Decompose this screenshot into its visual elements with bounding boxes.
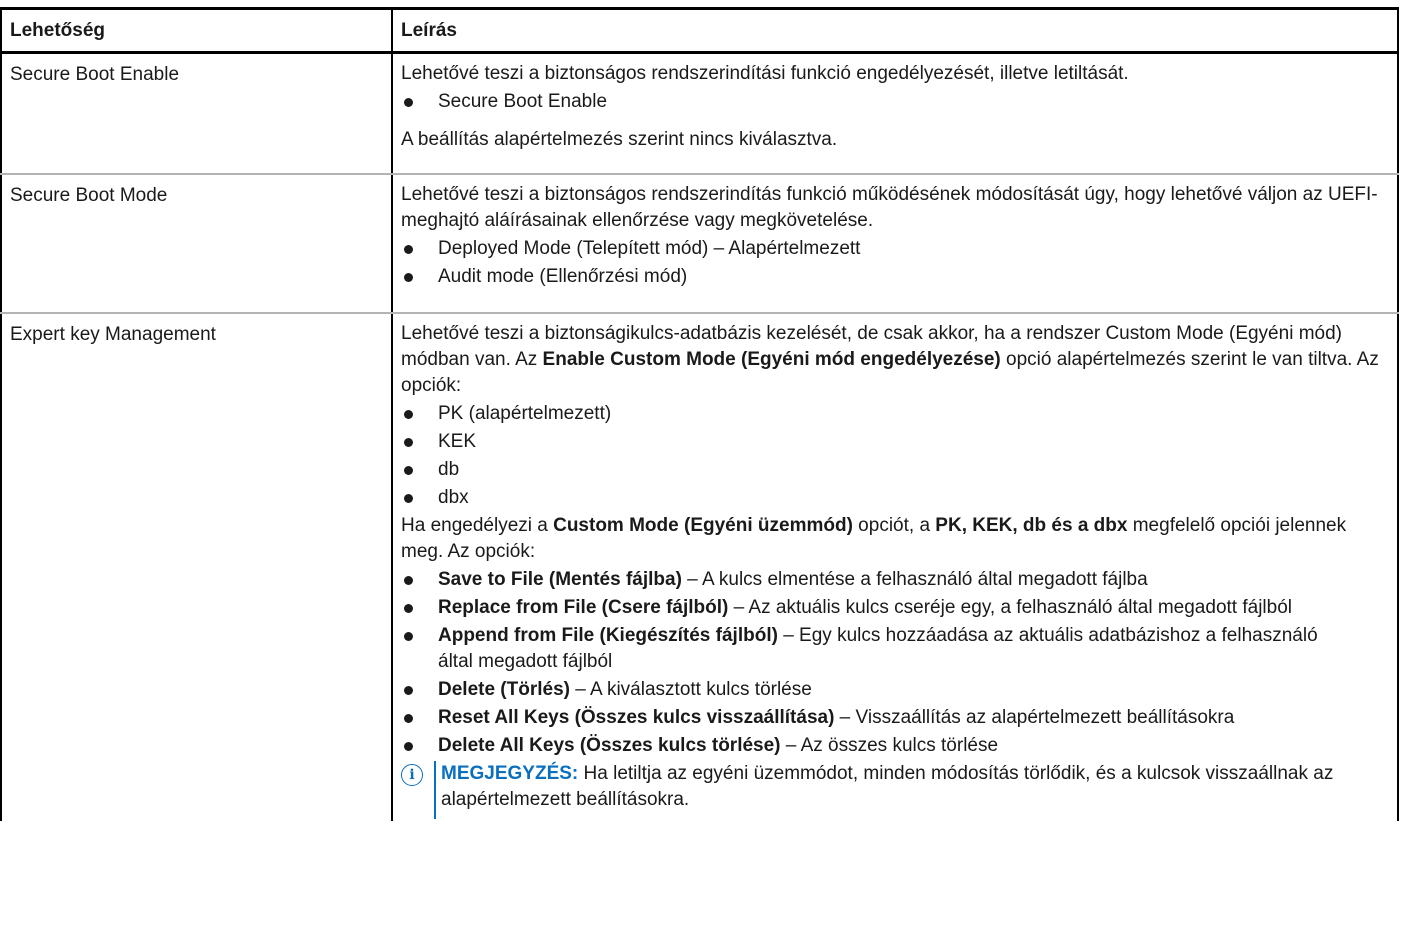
option-name: Expert key Management [0, 312, 393, 821]
list-item: Reset All Keys (Összes kulcs visszaállít… [401, 705, 1389, 731]
list-item: Audit mode (Ellenőrzési mód) [401, 264, 1389, 290]
info-circle-icon: i [401, 763, 423, 786]
bullet-icon [404, 409, 413, 419]
list-item: Replace from File (Csere fájlból) – Az a… [401, 595, 1389, 621]
default-note-text: A beállítás alapértelmezés szerint nincs… [401, 129, 838, 150]
bullet-icon [404, 713, 413, 723]
column-header-description: Leírás [391, 7, 1399, 54]
list-item: db [401, 457, 1389, 483]
option-description: Lehetővé teszi a biztonságos rendszerind… [391, 52, 1399, 175]
list-item: dbx [401, 485, 1389, 511]
list-item: Delete All Keys (Összes kulcs törlése) –… [401, 733, 1389, 759]
bullet-icon [404, 465, 413, 475]
note-accent-bar [434, 760, 436, 819]
bullet-icon [404, 244, 413, 254]
bullet-icon [404, 741, 413, 751]
bullet-icon [404, 631, 413, 641]
note-box: i MEGJEGYZÉS: Ha letiltja az egyéni üzem… [401, 760, 1389, 819]
list-item: KEK [401, 429, 1389, 455]
list-item: Delete (Törlés) – A kiválasztott kulcs t… [401, 677, 1389, 703]
option-description: Lehetővé teszi a biztonságikulcs-adatbáz… [391, 312, 1399, 821]
description-text: Lehetővé teszi a biztonságos rendszerind… [401, 183, 1378, 231]
bullet-list: Secure Boot Enable [401, 89, 1389, 115]
table-row: Expert key Management Lehetővé teszi a b… [0, 312, 1399, 821]
table-header-row: Lehetőség Leírás [0, 7, 1399, 54]
table-row: Secure Boot Mode Lehetővé teszi a bizton… [0, 173, 1399, 314]
bullet-list: Deployed Mode (Telepített mód) – Alapért… [401, 236, 1389, 290]
bullet-icon [404, 493, 413, 503]
list-item: Save to File (Mentés fájlba) – A kulcs e… [401, 567, 1389, 593]
column-header-option: Lehetőség [0, 7, 393, 54]
table-row: Secure Boot Enable Lehetővé teszi a bizt… [0, 52, 1399, 175]
list-item: Deployed Mode (Telepített mód) – Alapért… [401, 236, 1389, 262]
option-name: Secure Boot Mode [0, 173, 393, 314]
description-text: Lehetővé teszi a biztonságos rendszerind… [401, 63, 1129, 84]
bullet-icon [404, 98, 413, 107]
bullet-icon [404, 685, 413, 695]
options-table: Lehetőség Leírás Secure Boot Enable Lehe… [0, 7, 1399, 821]
bullet-list: Save to File (Mentés fájlba) – A kulcs e… [401, 567, 1389, 759]
list-item: Secure Boot Enable [401, 89, 1389, 115]
description-text: Ha engedélyezi a Custom Mode (Egyéni üze… [401, 514, 1347, 562]
option-name: Secure Boot Enable [0, 52, 393, 175]
bullet-list: PK (alapértelmezett) KEK db dbx [401, 401, 1389, 511]
bullet-icon [404, 272, 413, 282]
list-item: PK (alapértelmezett) [401, 401, 1389, 427]
bullet-icon [404, 575, 413, 585]
note-label: MEGJEGYZÉS: [441, 762, 579, 784]
bullet-icon [404, 603, 413, 613]
list-item: Append from File (Kiegészítés fájlból) –… [401, 623, 1389, 675]
option-description: Lehetővé teszi a biztonságos rendszerind… [391, 173, 1399, 314]
bullet-icon [404, 437, 413, 447]
description-text: Lehetővé teszi a biztonságikulcs-adatbáz… [401, 322, 1379, 396]
